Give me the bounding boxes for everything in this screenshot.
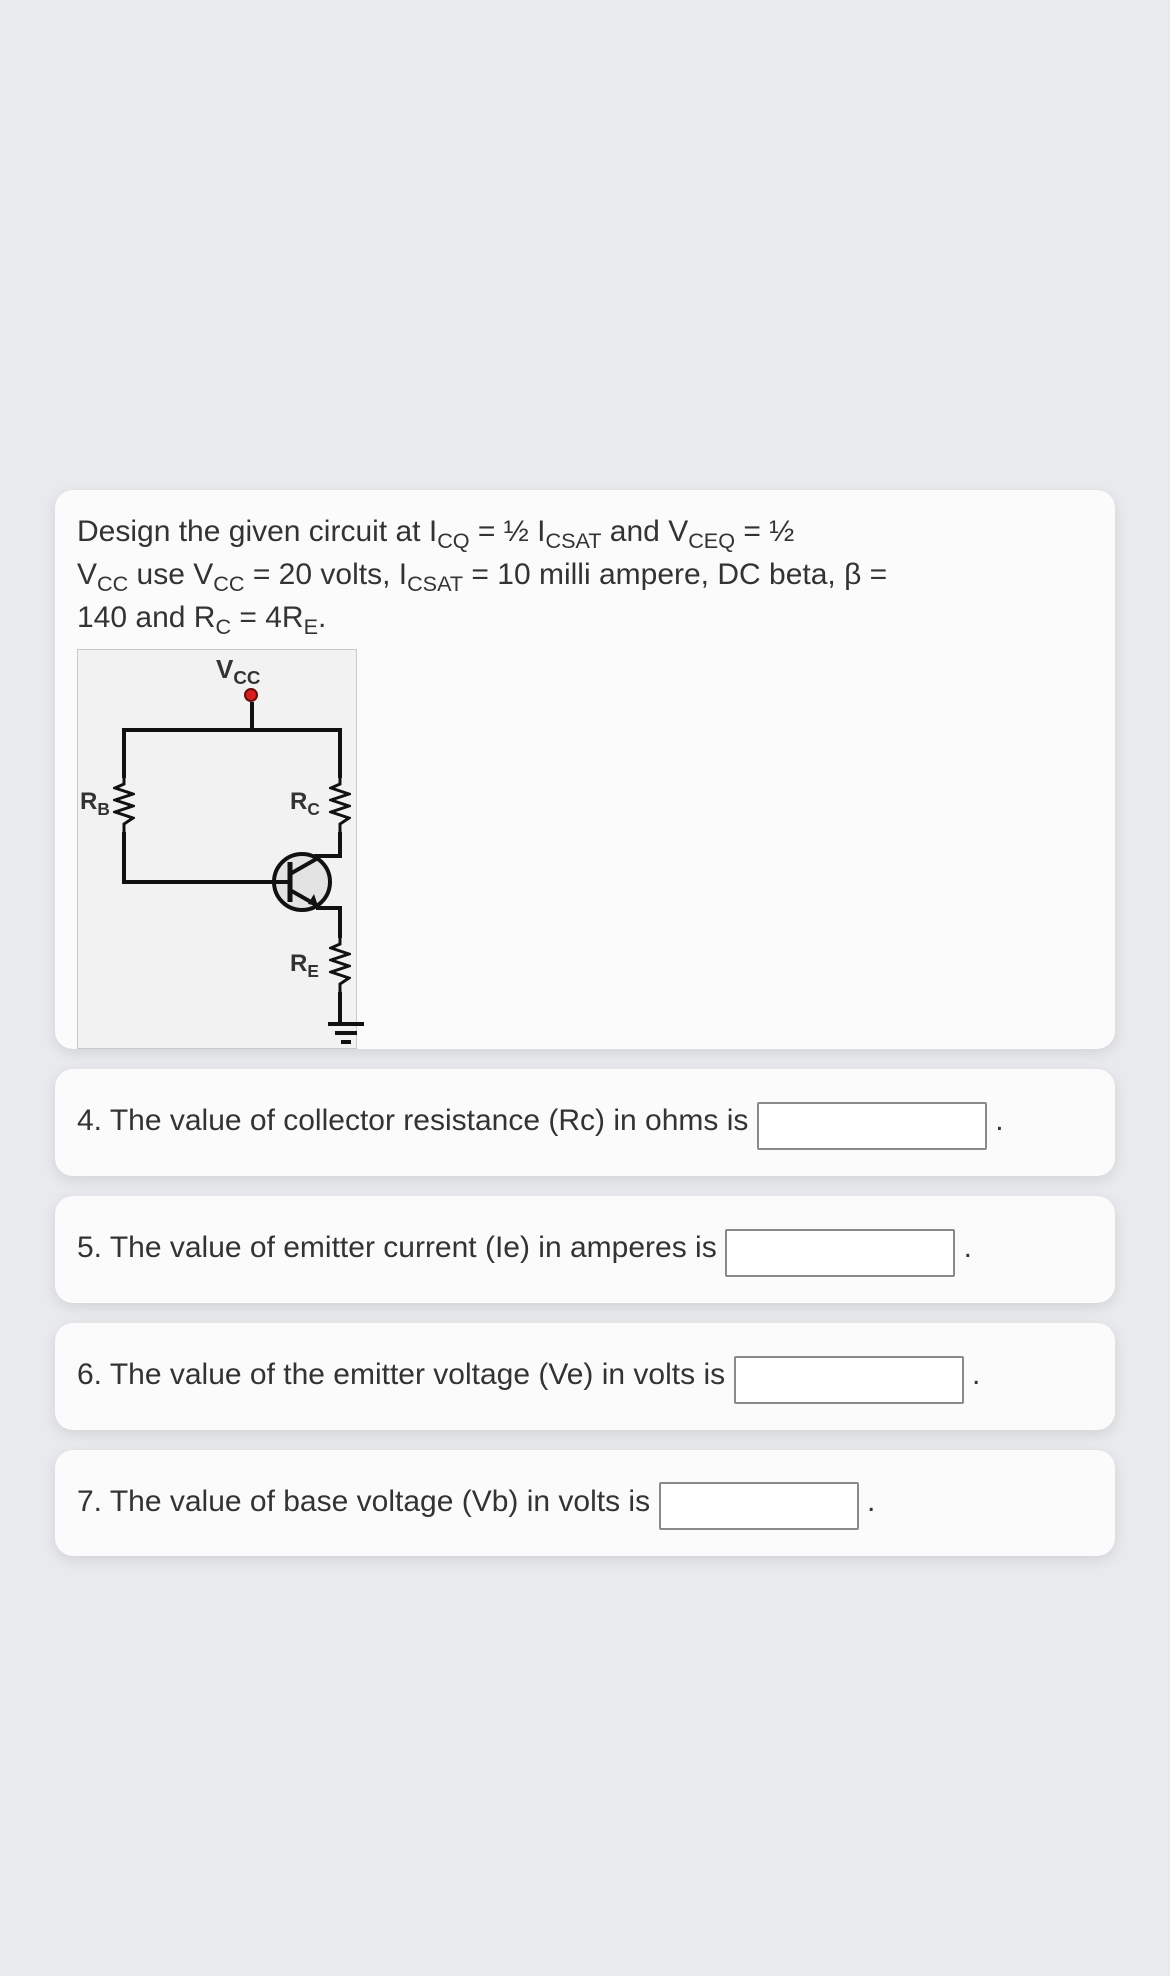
- period: .: [995, 1104, 1003, 1137]
- page-root: Design the given circuit at ICQ = ½ ICSA…: [0, 0, 1170, 1976]
- t: = ½: [735, 515, 794, 548]
- t: R: [290, 788, 307, 815]
- question-6-card: 6. The value of the emitter voltage (Ve)…: [55, 1323, 1115, 1430]
- transistor-icon: [270, 850, 334, 914]
- t: CSAT: [407, 571, 463, 596]
- problem-card: Design the given circuit at ICQ = ½ ICSA…: [55, 490, 1115, 1049]
- t: CEQ: [688, 528, 735, 553]
- question-4-text: 4. The value of collector resistance (Rc…: [77, 1104, 748, 1137]
- resistor-rc-icon: [329, 778, 351, 832]
- question-5-card: 5. The value of emitter current (Ie) in …: [55, 1196, 1115, 1303]
- t: E: [304, 614, 318, 639]
- t: B: [97, 799, 109, 819]
- wire: [338, 908, 342, 938]
- t: Design the given circuit at I: [77, 515, 437, 548]
- vcc-node-icon: [244, 688, 258, 702]
- question-5-text: 5. The value of emitter current (Ie) in …: [77, 1231, 717, 1264]
- answer-4-input[interactable]: [757, 1102, 987, 1150]
- wire: [122, 880, 272, 884]
- question-7-card: 7. The value of base voltage (Vb) in vol…: [55, 1450, 1115, 1557]
- circuit-diagram: VCC RB RC: [77, 649, 357, 1049]
- t: C: [215, 614, 231, 639]
- wire: [250, 702, 254, 730]
- wire: [122, 832, 126, 882]
- wire: [314, 854, 342, 858]
- t: use V: [128, 558, 213, 591]
- period: .: [964, 1231, 972, 1264]
- question-4-card: 4. The value of collector resistance (Rc…: [55, 1069, 1115, 1176]
- rc-label: RC: [290, 788, 320, 820]
- re-label: RE: [290, 950, 319, 982]
- t: V: [216, 654, 233, 684]
- question-7-text: 7. The value of base voltage (Vb) in vol…: [77, 1485, 650, 1518]
- t: CC: [213, 571, 244, 596]
- ground-icon: [326, 1020, 366, 1048]
- answer-5-input[interactable]: [725, 1229, 955, 1277]
- answer-7-input[interactable]: [659, 1482, 859, 1530]
- t: = 4R: [231, 601, 304, 634]
- wire: [122, 728, 126, 778]
- resistor-re-icon: [329, 938, 351, 992]
- t: CQ: [437, 528, 469, 553]
- t: = 10 milli ampere, DC beta, β =: [463, 558, 887, 591]
- t: CC: [233, 668, 260, 689]
- t: 140 and R: [77, 601, 215, 634]
- wire: [122, 728, 342, 732]
- resistor-rb-icon: [113, 778, 135, 832]
- t: R: [290, 950, 307, 977]
- wire: [316, 906, 342, 910]
- t: C: [307, 799, 319, 819]
- period: .: [867, 1485, 875, 1518]
- t: R: [80, 788, 97, 815]
- t: and V: [601, 515, 688, 548]
- wire: [338, 992, 342, 1022]
- t: = 20 volts, I: [244, 558, 407, 591]
- t: E: [307, 961, 319, 981]
- t: CSAT: [545, 528, 601, 553]
- question-6-text: 6. The value of the emitter voltage (Ve)…: [77, 1358, 725, 1391]
- t: = ½ I: [470, 515, 546, 548]
- rb-label: RB: [80, 788, 110, 820]
- problem-statement: Design the given circuit at ICQ = ½ ICSA…: [77, 512, 1093, 641]
- answer-6-input[interactable]: [734, 1356, 964, 1404]
- t: V: [77, 558, 97, 591]
- wire: [338, 728, 342, 778]
- t: CC: [97, 571, 128, 596]
- vcc-label: VCC: [216, 654, 260, 689]
- t: .: [318, 601, 326, 634]
- period: .: [972, 1358, 980, 1391]
